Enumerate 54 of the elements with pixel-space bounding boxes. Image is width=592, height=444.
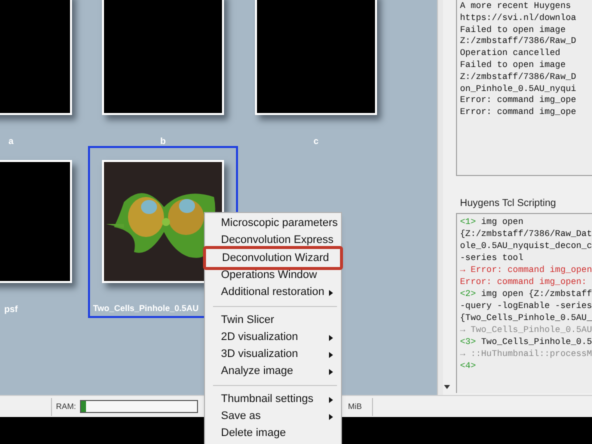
ram-label: RAM: <box>56 400 76 412</box>
menu-item[interactable]: Analyze image <box>205 363 341 380</box>
menu-item[interactable]: Twin Slicer <box>205 312 341 329</box>
blank-thumbnail[interactable] <box>102 0 224 115</box>
submenu-arrow-icon <box>329 335 333 341</box>
script-console[interactable] <box>456 213 592 393</box>
menu-item[interactable]: Deconvolution Express <box>205 232 341 249</box>
log-line: Operation cancelled <box>460 48 562 60</box>
console-line: {Two_Cells_Pinhole_0.5AU_ <box>460 312 592 324</box>
log-line: Failed to open image <box>460 60 567 72</box>
submenu-arrow-icon <box>329 352 333 358</box>
menu-item[interactable]: 2D visualization <box>205 329 341 346</box>
submenu-arrow-icon <box>329 414 333 420</box>
menu-item[interactable]: Additional restoration <box>205 284 341 301</box>
menu-item[interactable]: 3D visualization <box>205 346 341 363</box>
console-line: → Two_Cells_Pinhole_0.5AU <box>460 324 592 336</box>
panel-title: Huygens Tcl Scripting <box>460 198 557 210</box>
menu-item[interactable]: Operations Window <box>205 267 341 284</box>
blank-thumbnail[interactable] <box>255 0 377 115</box>
thumbnail-label: b <box>159 135 167 148</box>
menu-item[interactable]: Microscopic parameters <box>205 215 341 232</box>
console-line: <3> Two_Cells_Pinhole_0.5 <box>460 336 592 348</box>
ram-reading: MiB <box>348 400 362 412</box>
console-line: -series tool <box>460 252 524 264</box>
log-line: Error: command img_ope <box>460 95 578 108</box>
thumbnail-label: psf <box>3 303 19 316</box>
submenu-arrow-icon <box>329 397 333 403</box>
thumbnail-label: c <box>312 135 320 148</box>
menu-item[interactable]: Delete image <box>205 425 341 442</box>
submenu-arrow-icon <box>329 290 333 296</box>
console-line: → ::HuThumbnail::processM <box>460 348 592 360</box>
log-line: https://svi.nl/downloa <box>460 12 578 25</box>
log-line: Z:/zmbstaff/7386/Raw_D <box>460 36 578 48</box>
submenu-arrow-icon <box>329 369 333 375</box>
log-line: A more recent Huygens <box>460 1 572 13</box>
console-line: <2> img open {Z:/zmbstaff <box>460 288 592 300</box>
log-line: Error: command img_ope <box>460 107 578 119</box>
log-line: Z:/zmbstaff/7386/Raw_D <box>460 72 578 84</box>
console-line: Error: command img_open: <box>460 276 588 288</box>
console-line: <4> <box>460 360 477 372</box>
thumbnail-label: a <box>7 135 14 148</box>
thumbnail-label: Two_Cells_Pinhole_0.5AU <box>93 302 199 315</box>
scroll-down-icon[interactable] <box>444 385 450 389</box>
console-line: {Z:/zmbstaff/7386/Raw_Dat <box>460 228 592 240</box>
scrollbar[interactable] <box>437 0 443 395</box>
menu-item[interactable]: Deconvolution Wizard <box>203 246 343 270</box>
menu-item[interactable]: Thumbnail settings <box>205 391 341 408</box>
log-line: on_Pinhole_0.5AU_nyqui <box>460 84 578 96</box>
log-line: Failed to open image <box>460 24 567 36</box>
menu-item[interactable]: Save as <box>205 408 341 425</box>
console-line: <1> img open <box>460 216 524 228</box>
console-line: ole_0.5AU_nyquist_decon_c <box>460 240 592 252</box>
console-line: → Error: command img_open <box>460 264 592 276</box>
console-line: -query -logEnable -series <box>460 300 592 312</box>
